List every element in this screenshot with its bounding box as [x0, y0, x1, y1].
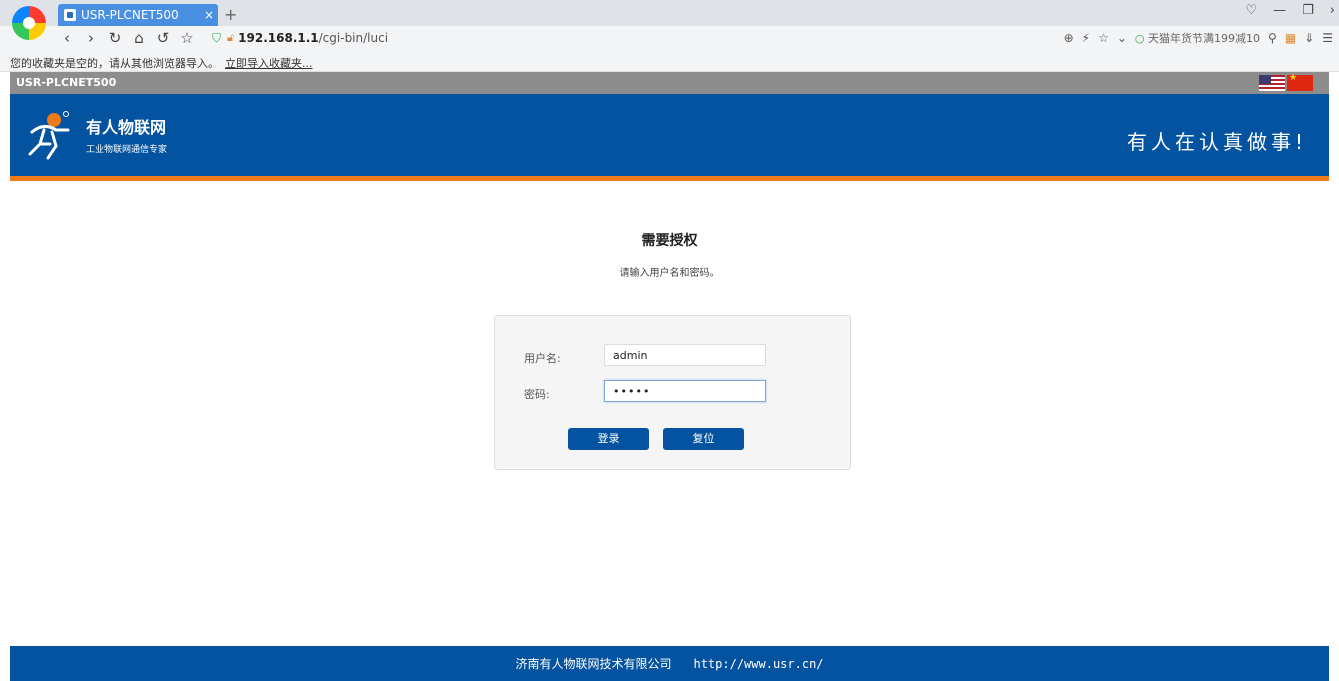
promo-text: 天猫年货节满199减10 — [1148, 32, 1261, 45]
product-name: USR-PLCNET500 — [16, 76, 117, 89]
english-flag-icon[interactable] — [1259, 75, 1285, 91]
tab-usr-plcnet500[interactable]: USR-PLCNET500 × — [58, 4, 218, 26]
login-button[interactable]: 登录 — [568, 428, 649, 450]
address-bar[interactable]: ⛉ 🔓︎ 192.168.1.1 /cgi-bin/luci — [212, 31, 1032, 46]
tab-title: USR-PLCNET500 — [81, 8, 179, 22]
apps-icon[interactable]: ▦ — [1285, 31, 1296, 45]
import-bookmarks-link[interactable]: 立即导入收藏夹... — [225, 55, 313, 71]
download-icon[interactable]: ⇓ — [1304, 31, 1314, 45]
new-tab-button[interactable]: + — [224, 5, 237, 24]
menu-icon[interactable]: ☰ — [1322, 31, 1333, 45]
login-page: USR-PLCNET500 有人物联网 工业物联网通信专家 有人在认真做事! 需… — [10, 72, 1329, 681]
slogan: 有人在认真做事! — [1126, 130, 1307, 154]
navigation-bar: ‹ › ↻ ⌂ ↺ ☆ ⛉ 🔓︎ 192.168.1.1 /cgi-bin/lu… — [56, 26, 1339, 50]
forward-icon[interactable]: › — [80, 29, 102, 47]
dropdown-icon[interactable]: ⌄ — [1117, 31, 1127, 45]
search-promo[interactable]: ○ 天猫年货节满199减10 — [1135, 30, 1260, 46]
tab-close-icon[interactable]: × — [200, 8, 218, 22]
usr-logo-icon — [28, 111, 70, 160]
brand-tagline: 工业物联网通信专家 — [86, 145, 168, 155]
bookmark-bar: 您的收藏夹是空的，请从其他浏览器导入。 立即导入收藏夹... — [0, 54, 1339, 72]
zoom-icon[interactable]: ⊕ — [1064, 31, 1074, 45]
site-header: 有人物联网 工业物联网通信专家 有人在认真做事! — [10, 94, 1329, 181]
url-path: /cgi-bin/luci — [318, 31, 389, 45]
home-icon[interactable]: ⌂ — [128, 29, 150, 47]
reset-button[interactable]: 复位 — [663, 428, 744, 450]
password-input[interactable] — [604, 380, 766, 402]
flash-icon[interactable]: ⚡︎ — [1082, 31, 1090, 45]
browser-logo-icon[interactable] — [12, 6, 46, 40]
minimize-icon[interactable]: — — [1273, 3, 1286, 18]
insecure-lock-icon: 🔓︎ — [227, 31, 235, 44]
username-input[interactable] — [604, 344, 766, 366]
url-host: 192.168.1.1 — [238, 31, 319, 45]
window-controls: ♡ — ❐ › — [1245, 3, 1335, 18]
reload-icon[interactable]: ↻ — [104, 29, 126, 47]
tab-favicon-icon — [64, 9, 76, 21]
auth-title: 需要授权 — [641, 233, 698, 249]
brand-name: 有人物联网 — [86, 118, 167, 137]
shield-icon: ⛉ — [212, 30, 222, 45]
skin-icon[interactable]: ♡ — [1245, 3, 1257, 18]
toolbar-right: ⊕ ⚡︎ ☆ ⌄ ○ 天猫年货节满199减10 ⚲ ▦ ⇓ ☰ — [1064, 30, 1339, 46]
undo-close-icon[interactable]: ↺ — [152, 29, 174, 47]
search-icon[interactable]: ⚲ — [1268, 31, 1277, 45]
browser-chrome: USR-PLCNET500 × + ♡ — ❐ › ‹ › ↻ ⌂ ↺ ☆ ⛉ … — [0, 0, 1339, 72]
promo-icon: ○ — [1134, 32, 1145, 45]
chinese-flag-icon[interactable] — [1287, 73, 1313, 91]
bookmark-notice: 您的收藏夹是空的，请从其他浏览器导入。 — [10, 56, 219, 70]
close-window-icon[interactable]: › — [1330, 3, 1335, 18]
product-topbar: USR-PLCNET500 — [10, 72, 1329, 94]
restore-icon[interactable]: ❐ — [1302, 3, 1314, 18]
footer-company: 济南有人物联网技术有限公司 — [515, 657, 672, 671]
login-panel: 用户名: 密码: 登录 复位 — [494, 315, 851, 470]
bookmark-star-icon[interactable]: ☆ — [176, 29, 198, 47]
favorite-icon[interactable]: ☆ — [1098, 31, 1109, 45]
username-label: 用户名: — [524, 352, 561, 365]
back-icon[interactable]: ‹ — [56, 29, 78, 47]
site-footer: 济南有人物联网技术有限公司 http://www.usr.cn/ — [10, 646, 1329, 681]
auth-subtitle: 请输入用户名和密码。 — [619, 268, 720, 279]
password-label: 密码: — [524, 388, 550, 401]
footer-url-link[interactable]: http://www.usr.cn/ — [693, 657, 823, 671]
